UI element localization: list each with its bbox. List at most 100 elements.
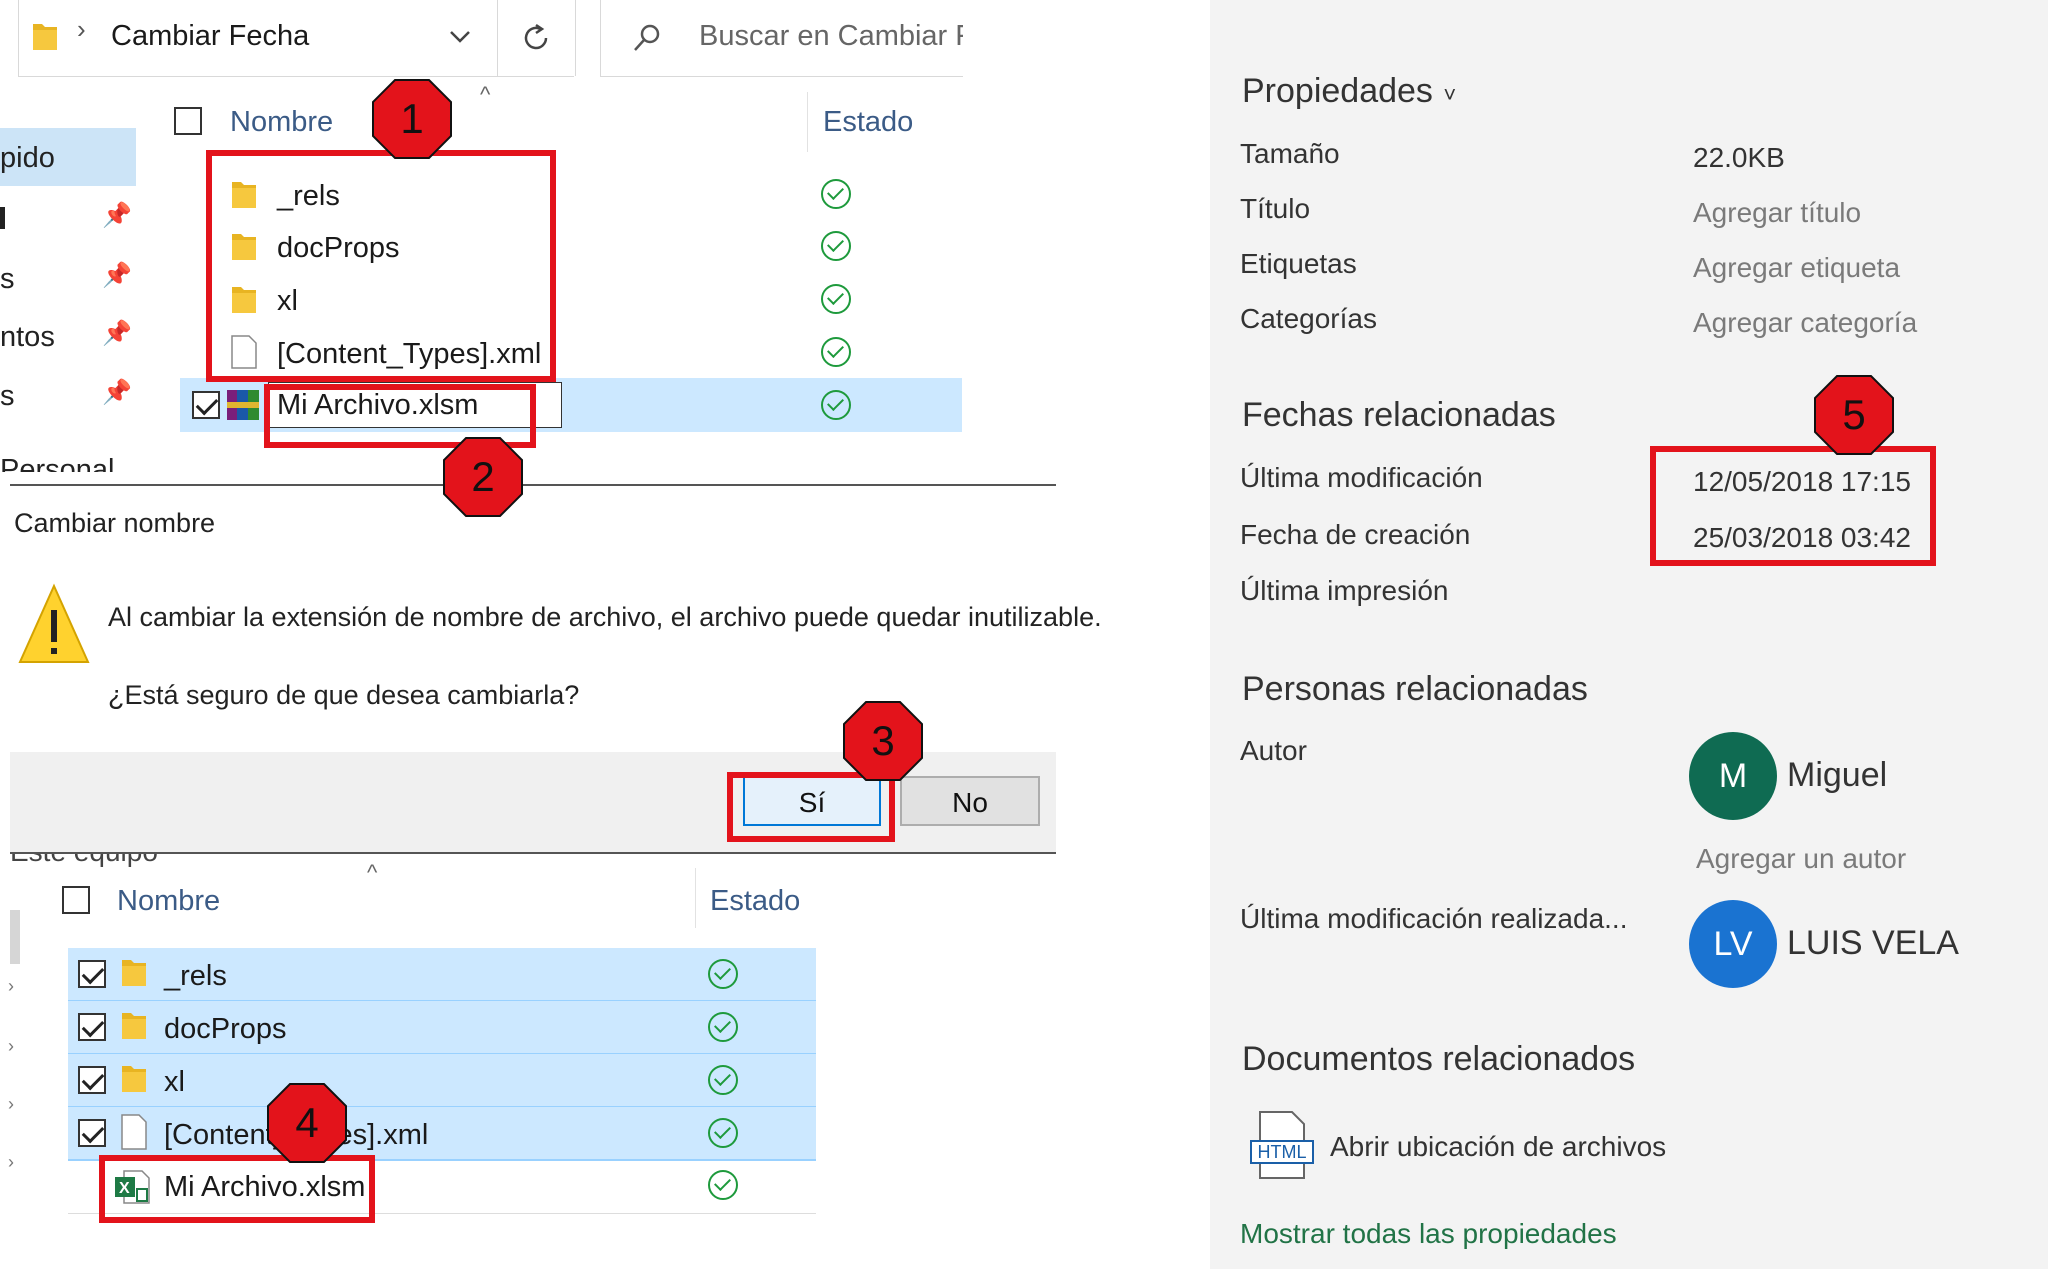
nav-label: s	[0, 263, 15, 295]
pin-icon: 📌	[102, 320, 132, 347]
nav-label: Personal	[0, 454, 115, 472]
row-checkbox[interactable]	[78, 1013, 106, 1041]
tags-label: Etiquetas	[1240, 248, 1357, 279]
badge-number: 5	[1842, 391, 1866, 438]
sync-ok-icon	[708, 959, 738, 989]
sync-ok-icon	[708, 1118, 738, 1148]
occluded-nav-item: Este equipo	[10, 854, 270, 868]
nav-pane-scroll[interactable]	[10, 910, 20, 964]
annotation-box-3	[727, 772, 895, 842]
expand-arrow-icon[interactable]: ›	[8, 1094, 14, 1115]
nav-label: ntos	[0, 321, 55, 353]
modifier-name[interactable]: LUIS VELA	[1787, 924, 1959, 963]
nav-item[interactable]: ntos 📌	[0, 313, 136, 361]
author-name[interactable]: Miguel	[1787, 756, 1887, 795]
folder-icon	[122, 960, 146, 986]
pin-icon: 📌	[102, 379, 132, 406]
column-header-name[interactable]: Nombre	[230, 106, 333, 139]
chevron-down-icon[interactable]	[449, 30, 471, 44]
badge-number: 4	[295, 1099, 319, 1146]
chevron-down-icon: ˅	[1443, 82, 1457, 107]
annotation-badge-2: 2	[442, 436, 524, 518]
file-row-selected[interactable]: [Content_Types].xml	[68, 1107, 816, 1159]
chevron-right-icon: ›	[77, 14, 86, 44]
dialog-top-border	[10, 484, 1056, 486]
no-button[interactable]: No	[900, 776, 1040, 826]
refresh-button[interactable]	[498, 0, 574, 77]
nav-item-personal[interactable]: Personal	[0, 452, 136, 472]
last-printed-label: Última impresión	[1240, 575, 1449, 606]
avatar[interactable]: M	[1689, 732, 1777, 820]
file-row-selected[interactable]: xl	[68, 1054, 816, 1106]
dialog-title: Cambiar nombre	[14, 508, 216, 538]
avatar[interactable]: LV	[1689, 900, 1777, 988]
annotation-badge-5: 5	[1813, 374, 1895, 456]
show-all-properties-link[interactable]: Mostrar todas las propiedades	[1240, 1218, 1617, 1250]
sort-up-icon: ^	[367, 860, 378, 885]
column-header-name[interactable]: Nombre	[117, 885, 220, 918]
sync-ok-icon	[821, 231, 851, 261]
search-icon	[634, 24, 660, 51]
properties-header[interactable]: Propiedades ˅	[1242, 72, 1456, 111]
expand-arrow-icon[interactable]: ›	[8, 976, 14, 997]
nav-label: s	[0, 380, 15, 412]
search-placeholder: Buscar en Cambiar Fe	[699, 20, 963, 52]
add-category-field[interactable]: Agregar categoría	[1693, 307, 1917, 339]
related-docs-title: Documentos relacionados	[1242, 1040, 1636, 1078]
annotation-box-4	[99, 1155, 375, 1223]
sync-ok-icon	[708, 1012, 738, 1042]
column-header-status[interactable]: Estado	[710, 885, 800, 918]
sync-ok-icon	[821, 390, 851, 420]
add-title-field[interactable]: Agregar título	[1693, 197, 1861, 229]
annotation-box-1	[206, 150, 556, 382]
html-badge: HTML	[1250, 1140, 1314, 1164]
last-modified-label: Última modificación	[1240, 462, 1483, 493]
badge-number: 1	[400, 95, 424, 142]
refresh-icon	[524, 23, 548, 50]
archive-icon	[227, 390, 259, 420]
open-file-location-link[interactable]: Abrir ubicación de archivos	[1330, 1131, 1666, 1163]
people-section-title: Personas relacionadas	[1242, 670, 1588, 708]
sync-ok-icon	[821, 179, 851, 209]
sort-up-icon: ^	[480, 82, 491, 107]
annotation-box-5	[1650, 446, 1936, 566]
behind-text: Este equipo	[10, 854, 158, 868]
file-row-selected[interactable]: docProps	[68, 1001, 816, 1053]
select-all-checkbox[interactable]	[174, 107, 202, 135]
select-all-checkbox[interactable]	[62, 886, 90, 914]
file-row-selected[interactable]: _rels	[68, 948, 816, 1000]
sync-ok-icon	[821, 284, 851, 314]
nav-item[interactable]: 📌	[0, 195, 136, 243]
nav-item[interactable]: s 📌	[0, 372, 136, 420]
sync-ok-icon	[708, 1065, 738, 1095]
search-input[interactable]: Buscar en Cambiar Fe	[600, 0, 963, 77]
author-label: Autor	[1240, 735, 1307, 766]
row-checkbox[interactable]	[78, 1119, 106, 1147]
folder-icon	[122, 1066, 146, 1092]
properties-panel: Propiedades ˅ Tamaño 22.0KB Título Agreg…	[1210, 0, 2048, 1269]
add-author-link[interactable]: Agregar un autor	[1696, 843, 1906, 875]
dialog-question: ¿Está seguro de que desea cambiarla?	[108, 680, 580, 710]
row-checkbox[interactable]	[192, 391, 220, 419]
badge-number: 3	[871, 717, 895, 764]
row-checkbox[interactable]	[78, 1066, 106, 1094]
nav-item[interactable]: s 📌	[0, 255, 136, 303]
file-name: xl	[164, 1066, 185, 1098]
dates-section-title: Fechas relacionadas	[1242, 396, 1556, 434]
add-tag-field[interactable]: Agregar etiqueta	[1693, 252, 1900, 284]
html-file-icon: HTML	[1250, 1110, 1318, 1180]
annotation-badge-1: 1	[371, 78, 453, 160]
cut-glyph	[0, 207, 5, 229]
nav-item-quick-access[interactable]: pido	[0, 128, 136, 186]
expand-arrow-icon[interactable]: ›	[8, 1152, 14, 1173]
breadcrumb[interactable]: Cambiar Fecha	[111, 20, 309, 53]
annotation-badge-3: 3	[842, 700, 924, 782]
address-bar[interactable]: › Cambiar Fecha	[18, 0, 498, 77]
last-modified-by-label: Última modificación realizada...	[1240, 903, 1628, 934]
expand-arrow-icon[interactable]: ›	[8, 1036, 14, 1057]
file-name: _rels	[164, 960, 227, 992]
folder-icon	[122, 1013, 146, 1039]
column-header-status[interactable]: Estado	[823, 106, 913, 139]
row-checkbox[interactable]	[78, 960, 106, 988]
sync-ok-icon	[708, 1170, 738, 1200]
